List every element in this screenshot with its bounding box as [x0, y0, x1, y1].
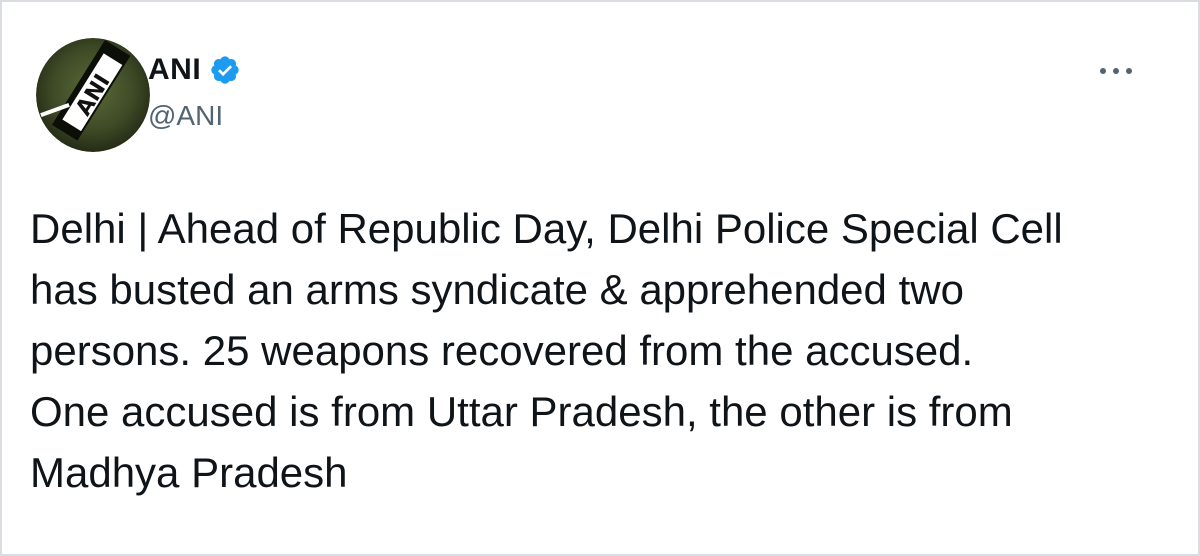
more-options-button[interactable] [1096, 56, 1136, 86]
more-horizontal-icon [1100, 68, 1132, 74]
tweet-card: ANI ANI @ANI Delhi | Ahead of Republic D… [0, 0, 1200, 556]
verified-badge-icon [209, 54, 241, 86]
tweet-text: Delhi | Ahead of Republic Day, Delhi Pol… [30, 205, 1063, 496]
author-display-name[interactable]: ANI [148, 53, 201, 87]
author-name-row: ANI [148, 52, 241, 88]
author-handle[interactable]: @ANI [148, 100, 223, 132]
author-avatar[interactable]: ANI [36, 38, 150, 152]
ani-logo-icon: ANI [36, 38, 150, 152]
